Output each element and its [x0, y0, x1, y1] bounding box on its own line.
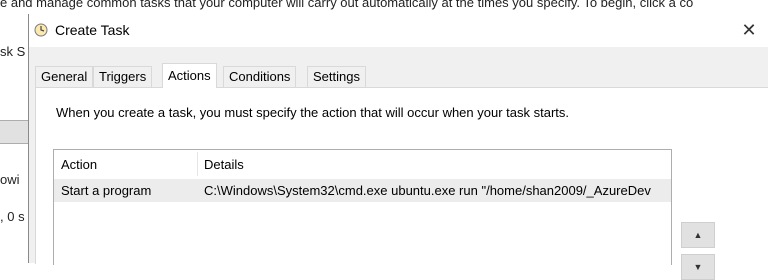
- background-window-description: e and manage common tasks that your comp…: [0, 0, 694, 10]
- create-task-dialog: Create Task ✕ General Triggers Actions C…: [28, 14, 768, 280]
- row-action: Start a program: [61, 183, 152, 198]
- dialog-title: Create Task: [55, 22, 130, 38]
- close-icon: ✕: [741, 20, 757, 40]
- move-up-button[interactable]: ▲: [681, 222, 715, 248]
- actions-tab-panel: When you create a task, you must specify…: [35, 87, 768, 280]
- column-header-details[interactable]: Details: [204, 157, 244, 172]
- column-separator[interactable]: [197, 152, 198, 176]
- title-bar[interactable]: Create Task ✕: [29, 14, 768, 47]
- background-header-bar: [0, 120, 28, 144]
- background-fragment: , 0 s: [0, 209, 25, 224]
- background-fragment: sk S: [0, 44, 26, 59]
- tab-triggers[interactable]: Triggers: [93, 66, 153, 87]
- task-scheduler-clock-icon: [34, 23, 48, 37]
- move-down-button[interactable]: ▼: [681, 254, 715, 280]
- column-header-action[interactable]: Action: [61, 157, 97, 172]
- chevron-down-icon: ▼: [693, 262, 703, 272]
- chevron-up-icon: ▲: [693, 230, 703, 240]
- actions-list[interactable]: Action Details Start a program C:\Window…: [53, 149, 672, 265]
- tab-conditions[interactable]: Conditions: [223, 66, 297, 87]
- tab-settings[interactable]: Settings: [307, 66, 366, 87]
- table-row[interactable]: Start a program C:\Windows\System32\cmd.…: [54, 179, 671, 202]
- actions-description: When you create a task, you must specify…: [56, 105, 570, 120]
- row-details: C:\Windows\System32\cmd.exe ubuntu.exe r…: [204, 183, 651, 198]
- list-header: Action Details: [54, 150, 671, 178]
- background-fragment: owi: [0, 172, 20, 187]
- background-window-left-edge: sk S owi , 0 s: [0, 14, 28, 263]
- tab-general[interactable]: General: [35, 66, 94, 87]
- close-button[interactable]: ✕: [729, 14, 768, 47]
- tab-actions[interactable]: Actions: [162, 63, 217, 88]
